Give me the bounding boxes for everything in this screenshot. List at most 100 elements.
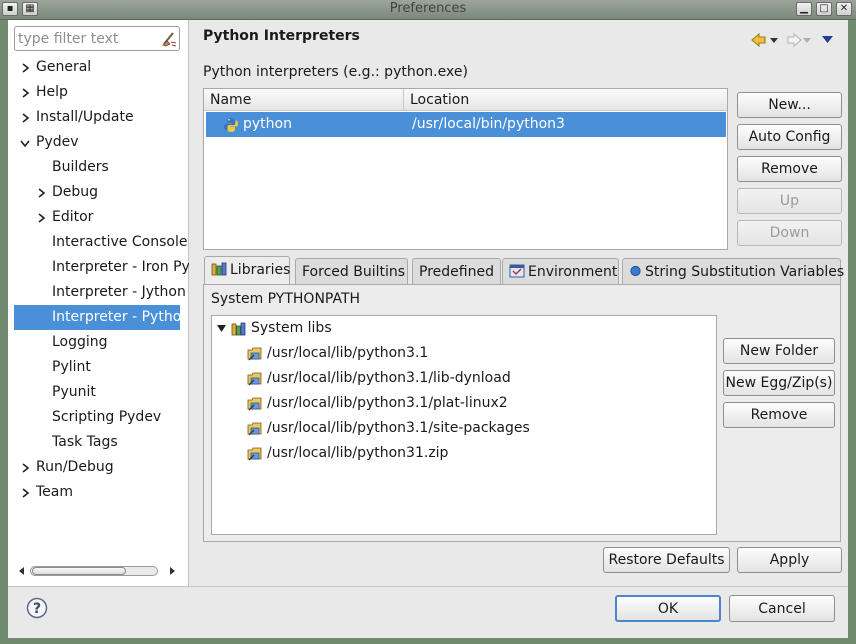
libraries-icon <box>211 262 227 276</box>
window-title: Preferences <box>389 1 467 16</box>
back-arrow-icon[interactable] <box>751 32 769 48</box>
scroll-thumb[interactable] <box>32 567 126 575</box>
system-libs-node[interactable]: System libs <box>212 316 716 341</box>
tree-item[interactable]: Task Tags <box>8 430 189 455</box>
tree-item[interactable]: Pylint <box>8 355 189 380</box>
tab-label: String Substitution Variables <box>645 264 845 280</box>
scroll-right-icon[interactable] <box>168 567 176 575</box>
filter-input[interactable] <box>18 29 156 48</box>
interpreters-table: Name Location python /usr/local/bin/pyth… <box>203 88 728 250</box>
libraries-tab-panel: System PYTHONPATH System libs /usr/local… <box>203 284 841 542</box>
tree-item[interactable]: Interpreter - Python <box>14 305 180 330</box>
tree-item[interactable]: Interactive Console <box>8 230 189 255</box>
library-path-icon <box>247 422 262 436</box>
bottom-divider <box>8 586 848 587</box>
tree-item[interactable]: Editor <box>8 205 189 230</box>
restore-defaults-button[interactable]: Restore Defaults <box>603 547 730 573</box>
chevron-right-icon[interactable] <box>36 188 46 198</box>
tree-item[interactable]: Install/Update <box>8 105 189 130</box>
forward-menu-chevron-icon <box>803 38 811 43</box>
tree-item[interactable]: Pyunit <box>8 380 189 405</box>
new-interpreter-button[interactable]: New... <box>737 92 842 118</box>
chevron-right-icon[interactable] <box>20 88 30 98</box>
library-path-icon <box>247 397 262 411</box>
new-egg-zip-button[interactable]: New Egg/Zip(s) <box>723 370 835 396</box>
tree-item[interactable]: Scripting Pydev <box>8 405 189 430</box>
scroll-left-icon[interactable] <box>18 567 26 575</box>
cancel-button[interactable]: Cancel <box>729 595 835 622</box>
library-path-label: /usr/local/lib/python3.1/plat-linux2 <box>267 395 508 411</box>
auto-config-button[interactable]: Auto Config <box>737 124 842 150</box>
tab-label: Forced Builtins <box>302 264 406 280</box>
remove-library-button[interactable]: Remove <box>723 402 835 428</box>
tree-item[interactable]: Interpreter - Jython <box>8 280 189 305</box>
tab-label: Libraries <box>230 262 291 278</box>
tree-item[interactable]: Debug <box>8 180 189 205</box>
tab-label: Environment <box>528 264 618 280</box>
maximize-icon[interactable]: □ <box>816 2 832 16</box>
chevron-right-icon[interactable] <box>36 213 46 223</box>
table-row[interactable]: python /usr/local/bin/python3 <box>206 112 726 137</box>
list-item[interactable]: /usr/local/lib/python3.1/lib-dynload <box>212 366 716 391</box>
remove-interpreter-button[interactable]: Remove <box>737 156 842 182</box>
view-menu-icon[interactable] <box>822 36 833 43</box>
environment-icon <box>509 264 525 278</box>
tree-item[interactable]: Logging <box>8 330 189 355</box>
chevron-down-icon[interactable] <box>217 325 226 332</box>
help-icon[interactable]: ? <box>26 597 48 619</box>
column-header-location[interactable]: Location <box>404 89 727 111</box>
tree-item-label: Task Tags <box>52 434 118 450</box>
chevron-right-icon[interactable] <box>20 63 30 73</box>
tree-item-label: Pydev <box>36 134 79 150</box>
move-down-button[interactable]: Down <box>737 220 842 246</box>
tree-item[interactable]: General <box>8 55 189 80</box>
apply-button[interactable]: Apply <box>737 547 842 573</box>
tree-horizontal-scrollbar[interactable] <box>18 563 178 579</box>
table-header: Name Location <box>204 89 727 111</box>
column-header-name[interactable]: Name <box>204 89 404 111</box>
back-menu-chevron-icon[interactable] <box>770 38 778 43</box>
tab-string-substitution-variables[interactable]: String Substitution Variables <box>622 258 845 284</box>
clear-filter-icon[interactable] <box>161 30 177 47</box>
close-icon[interactable]: ✕ <box>836 2 852 16</box>
forward-arrow-icon <box>787 32 802 48</box>
svg-text:?: ? <box>33 601 41 617</box>
tree-item-label: Editor <box>52 209 94 225</box>
chevron-down-icon[interactable] <box>20 138 30 148</box>
chevron-right-icon[interactable] <box>20 488 30 498</box>
ok-button[interactable]: OK <box>615 595 721 622</box>
library-path-label: /usr/local/lib/python31.zip <box>267 445 449 461</box>
tree-item-label: Logging <box>52 334 108 350</box>
chevron-right-icon[interactable] <box>20 113 30 123</box>
tree-item[interactable]: Pydev <box>8 130 189 155</box>
minimize-icon[interactable]: ▁ <box>796 2 812 16</box>
new-folder-button[interactable]: New Folder <box>723 338 835 364</box>
tree-item-label: Run/Debug <box>36 459 114 475</box>
tree-item[interactable]: Interpreter - Iron Python <box>8 255 189 280</box>
tree-item-label: General <box>36 59 92 75</box>
tab-libraries[interactable]: Libraries <box>204 256 290 285</box>
tree-item[interactable]: Builders <box>8 155 189 180</box>
tab-predefined[interactable]: Predefined <box>412 258 501 284</box>
list-item[interactable]: /usr/local/lib/python3.1 <box>212 341 716 366</box>
interpreter-name: python <box>243 116 292 132</box>
tab-forced-builtins[interactable]: Forced Builtins <box>295 258 408 284</box>
tab-environment[interactable]: Environment <box>502 258 619 284</box>
library-path-label: /usr/local/lib/python3.1/lib-dynload <box>267 370 511 386</box>
system-libs-icon <box>231 322 246 336</box>
tree-item-label: Team <box>36 484 74 500</box>
move-up-button[interactable]: Up <box>737 188 842 214</box>
tree-item[interactable]: Help <box>8 80 189 105</box>
tree-item[interactable]: Team <box>8 480 189 505</box>
library-path-label: /usr/local/lib/python3.1 <box>267 345 429 361</box>
tree-item-label: Interpreter - Jython <box>52 284 186 300</box>
tree-item-label: Builders <box>52 159 109 175</box>
list-item[interactable]: /usr/local/lib/python3.1/plat-linux2 <box>212 391 716 416</box>
list-item[interactable]: /usr/local/lib/python3.1/site-packages <box>212 416 716 441</box>
chevron-right-icon[interactable] <box>20 463 30 473</box>
title-bar: ▪ ▦ Preferences ▁ □ ✕ <box>0 0 856 20</box>
library-path-label: /usr/local/lib/python3.1/site-packages <box>267 420 530 436</box>
tree-item[interactable]: Run/Debug <box>8 455 189 480</box>
list-item[interactable]: /usr/local/lib/python31.zip <box>212 441 716 466</box>
pythonpath-label: System PYTHONPATH <box>211 291 361 307</box>
